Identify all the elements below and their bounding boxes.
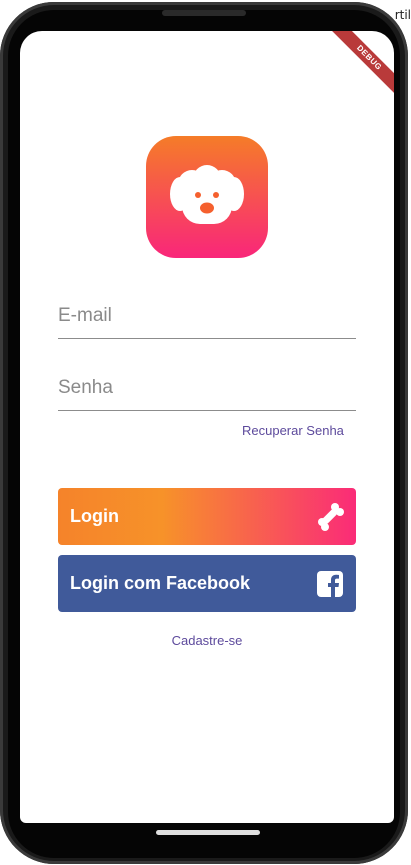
- login-button-label: Login: [70, 506, 119, 526]
- bone-icon: [318, 502, 344, 531]
- facebook-button-label: Login com Facebook: [70, 573, 251, 593]
- signup-link[interactable]: Cadastre-se: [20, 633, 394, 648]
- debug-banner: DEBUG: [318, 31, 394, 109]
- facebook-icon: [317, 570, 343, 597]
- app-logo: [146, 136, 268, 258]
- background-text-fragment: rtil: [394, 8, 411, 22]
- email-input[interactable]: [58, 294, 356, 338]
- password-input[interactable]: [58, 366, 356, 410]
- speaker-grille: [162, 10, 246, 16]
- phone-frame: DEBUG Recuperar Senha: [0, 2, 408, 864]
- login-button[interactable]: Login: [58, 488, 356, 545]
- facebook-login-button[interactable]: Login com Facebook: [58, 555, 356, 612]
- app-screen: DEBUG Recuperar Senha: [20, 31, 394, 823]
- home-indicator[interactable]: [156, 830, 260, 835]
- recover-password-link[interactable]: Recuperar Senha: [242, 423, 344, 438]
- password-field[interactable]: [58, 366, 356, 411]
- email-field[interactable]: [58, 294, 356, 339]
- dog-face-icon: [170, 165, 244, 224]
